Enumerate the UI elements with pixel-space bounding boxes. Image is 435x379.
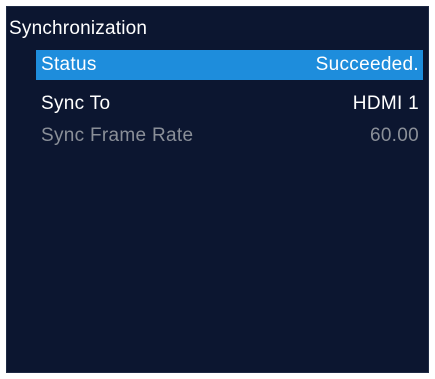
menu-item-value: 60.00 [369, 125, 419, 146]
menu-item-status[interactable]: Status Succeeded. [36, 50, 423, 80]
menu-item-sync-to[interactable]: Sync To HDMI 1 [36, 89, 423, 119]
menu-item-sync-frame-rate: Sync Frame Rate 60.00 [36, 121, 423, 151]
menu-item-label: Sync Frame Rate [41, 125, 194, 146]
menu-item-value: HDMI 1 [352, 93, 419, 114]
menu-item-value: Succeeded. [315, 54, 419, 75]
menu-item-label: Status [41, 54, 97, 75]
synchronization-menu-panel: Synchronization Status Succeeded. Sync T… [6, 6, 429, 373]
menu-title: Synchronization [9, 18, 148, 39]
menu-item-label: Sync To [41, 93, 111, 114]
